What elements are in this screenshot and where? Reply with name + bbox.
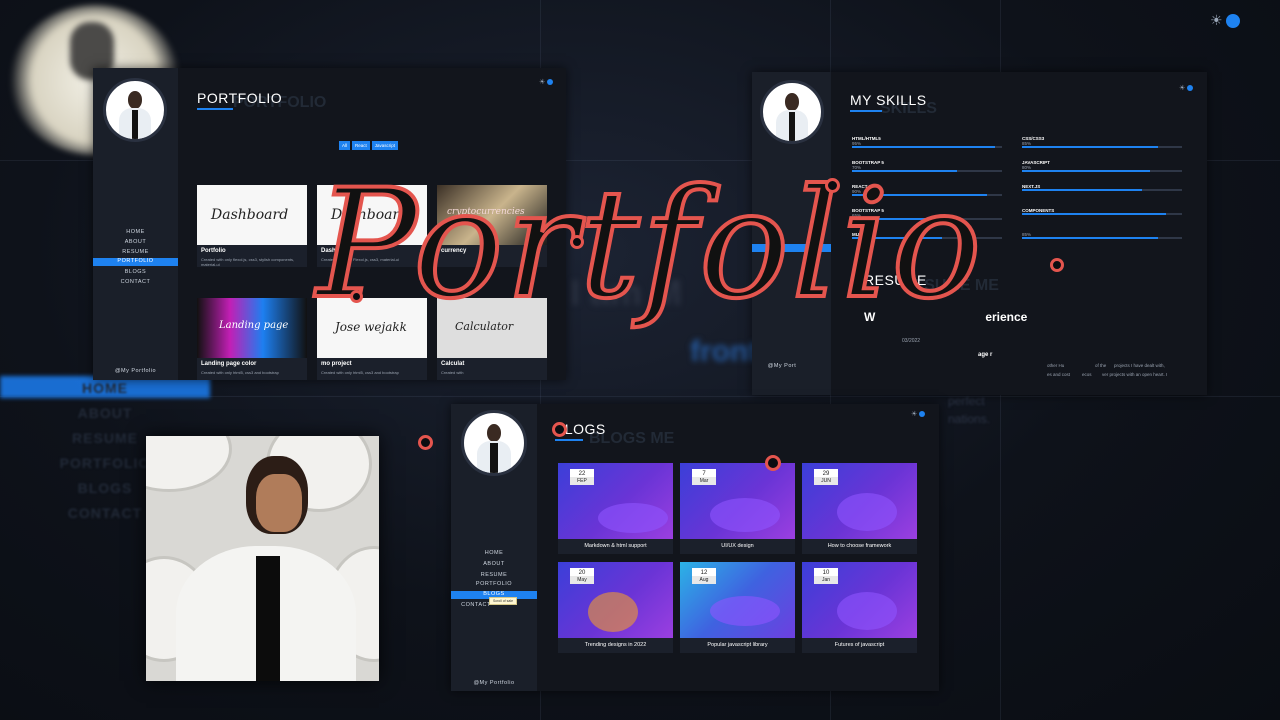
blog-title: Trending designs in 2022 <box>584 642 647 648</box>
blog-title: How to choose framework <box>827 543 892 549</box>
sun-icon: ☀ <box>539 79 546 86</box>
toggle-icon <box>919 411 926 418</box>
background-theme-toggle[interactable]: ☀ <box>1210 12 1241 29</box>
filter-javascript-button[interactable]: Javascript <box>371 141 399 150</box>
blog-card[interactable]: 20 May Trending designs in 2022 <box>558 562 673 653</box>
page-title: MY SKILLS <box>850 92 927 108</box>
about-text-3: projects I have dealt with, <box>1114 363 1165 368</box>
blog-image: 12 Aug <box>680 562 795 638</box>
blog-date: 10 Jan <box>814 568 838 584</box>
background-nav-home: HOME <box>82 380 128 396</box>
about-text-6: ver projects with an open heart. I <box>1102 372 1168 377</box>
project-description: Created with only html5, css3 and bootst… <box>201 370 279 375</box>
decor-bubble <box>570 235 584 249</box>
blog-card[interactable]: 29 JUN How to choose framework <box>802 463 917 554</box>
about-text-5: ecos <box>1082 372 1092 377</box>
blog-card[interactable]: 22 FEP Markdown & html support <box>558 463 673 554</box>
avatar <box>461 410 527 476</box>
skill-item: CSS/CSS3 85% <box>1022 136 1182 148</box>
title-underline <box>197 108 233 110</box>
filter-all-button[interactable]: All <box>339 141 351 150</box>
blog-date: 12 Aug <box>692 568 716 584</box>
footer-text: @My Portfolio <box>473 680 515 686</box>
nav-portfolio[interactable]: PORTFOLIO <box>451 581 537 587</box>
toggle-icon <box>547 79 554 86</box>
blog-image: 7 Mar <box>680 463 795 539</box>
overlay-title: Portfolio <box>314 158 984 332</box>
background-nav-about: ABOUT <box>77 405 133 421</box>
blog-card[interactable]: 10 Jan Futures of javascript <box>802 562 917 653</box>
decor-bubble <box>765 455 781 471</box>
toggle-icon <box>1187 85 1194 92</box>
blog-date: 7 Mar <box>692 469 716 485</box>
experience-date: 03/2022 <box>902 338 921 344</box>
avatar <box>760 80 824 144</box>
profile-photo <box>146 436 379 681</box>
blog-image: 10 Jan <box>802 562 917 638</box>
blogs-panel: HOME ABOUT RESUME PORTFOLIO BLOGS CONTAC… <box>451 404 939 691</box>
project-title: Landing page color <box>201 361 257 367</box>
footer-text: @My Portfolio <box>114 368 157 374</box>
about-text-2: of the <box>1095 363 1107 368</box>
avatar <box>103 78 167 142</box>
nav-resume[interactable]: RESUME <box>451 572 537 578</box>
filter-react-button[interactable]: React <box>352 141 370 150</box>
about-text-4: es and cost <box>1047 372 1071 377</box>
theme-toggle[interactable]: ☀ <box>539 78 554 86</box>
blog-image: 29 JUN <box>802 463 917 539</box>
blog-image: 22 FEP <box>558 463 673 539</box>
blog-date: 22 FEP <box>570 469 594 485</box>
decor-bubble <box>1050 258 1064 272</box>
sun-icon: ☀ <box>911 411 918 418</box>
sun-icon: ☀ <box>1179 85 1186 92</box>
decor-bubble <box>350 290 363 303</box>
blog-card[interactable]: 12 Aug Popular javascript library <box>680 562 795 653</box>
theme-toggle[interactable]: ☀ <box>1179 84 1194 92</box>
decor-bubble <box>418 435 433 450</box>
nav-about[interactable]: ABOUT <box>451 561 537 567</box>
blog-title: Futures of javascript <box>834 642 885 648</box>
title-underline <box>555 439 583 441</box>
blog-title: Markdown & html support <box>584 543 647 549</box>
nav-home[interactable]: HOME <box>451 550 537 556</box>
filter-bar: All React Javascript <box>339 134 400 152</box>
about-text-1: other Hu <box>1047 363 1065 368</box>
theme-toggle[interactable]: ☀ <box>911 410 926 418</box>
blogs-sidebar: HOME ABOUT RESUME PORTFOLIO BLOGS CONTAC… <box>451 404 537 691</box>
title-underline <box>850 110 882 112</box>
experience-job: age r <box>978 352 993 358</box>
project-title: Calculat <box>441 361 465 367</box>
project-description: Created with <box>441 370 464 375</box>
toggle-icon <box>1226 14 1241 29</box>
decor-bubble <box>552 422 567 437</box>
project-description: Created with only html5, css3 and bootst… <box>321 370 399 375</box>
footer-text: @My Port <box>767 363 797 369</box>
sun-icon: ☀ <box>1210 12 1223 28</box>
decor-bubble <box>825 178 840 193</box>
blog-card[interactable]: 7 Mar UI/UX design <box>680 463 795 554</box>
skill-item: HTML/HTML5 95% <box>852 136 1002 148</box>
project-title: mo project <box>321 361 352 367</box>
blog-date: 29 JUN <box>814 469 838 485</box>
blog-image: 20 May <box>558 562 673 638</box>
background-about-text: perfect nations. <box>948 394 991 426</box>
blog-title: Popular javascript library <box>707 642 768 648</box>
page-title: PORTFOLIO <box>197 90 283 106</box>
tooltip: Scroll of sale <box>489 597 518 605</box>
blog-date: 20 May <box>570 568 594 584</box>
blog-title: UI/UX design <box>721 543 754 549</box>
